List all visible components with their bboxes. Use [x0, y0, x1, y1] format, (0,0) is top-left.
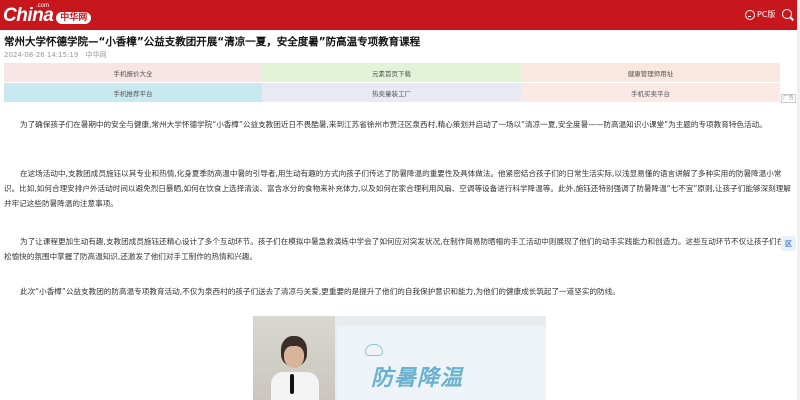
- pc-version-label: PC版: [757, 10, 776, 19]
- side-float-button[interactable]: 区: [781, 236, 796, 251]
- smiley-icon: [745, 9, 755, 20]
- photo-microphone: [290, 374, 294, 394]
- sponsored-link-6[interactable]: 手机买卖平台: [521, 83, 780, 102]
- photo-person-face: [284, 346, 304, 368]
- logo-dot-com: .com: [36, 3, 50, 9]
- article-paragraph-1: 为了确保孩子们在暑期中的安全与健康,常州大学怀德学院“小香樟”公益支教团近日不畏…: [20, 120, 767, 129]
- ad-badge: 广告: [781, 94, 797, 103]
- china-com-logo[interactable]: China .com 中华网: [3, 3, 92, 26]
- sponsored-link-5[interactable]: 热卖童装工厂: [262, 83, 521, 102]
- article-source: 中华网: [85, 51, 107, 59]
- sponsored-link-2[interactable]: 元素首页下载: [262, 63, 521, 82]
- article-date: 2024-08-26 14:15:19: [4, 51, 79, 59]
- pc-version-link[interactable]: PC版: [745, 9, 775, 20]
- logo-text: China: [3, 5, 54, 26]
- article-title: 常州大学怀德学院—“小香樟”公益支教团开展“清凉一夏，安全度暑”防高温专项教育课…: [4, 36, 421, 48]
- article-meta: 2024-08-26 14:15:19 中华网: [4, 50, 107, 60]
- photo-screen-text: 防暑降温: [371, 366, 464, 391]
- top-header-bar: China .com 中华网 PC版: [0, 0, 800, 30]
- cloud-icon: [365, 344, 383, 356]
- logo-badge: 中华网: [56, 12, 92, 24]
- sponsored-link-grid: 手机报价大全 元素首页下载 健康管理师用址手机推荐平台 热卖童装工厂 手机买卖平台: [4, 63, 780, 102]
- sponsored-link-3[interactable]: 健康管理师用址: [521, 63, 780, 82]
- search-icon[interactable]: [782, 9, 792, 19]
- photo-person-shirt: [271, 372, 319, 400]
- article-photo: 防暑降温: [253, 316, 546, 400]
- article-paragraph-4: 此次“小香樟”公益支教团的防高温专项教育活动,不仅为泉西村的孩子们送去了清凉与关…: [20, 287, 620, 296]
- sponsored-link-1[interactable]: 手机报价大全: [4, 63, 262, 82]
- sponsored-link-4[interactable]: 手机推荐平台: [4, 83, 262, 102]
- article-paragraph-2: 在这场活动中,支教团成员施钰以其专业和热情,化身夏季防高温中暑的引导者,用生动有…: [4, 169, 791, 208]
- article-paragraph-3: 为了让课程更加生动有趣,支教团成员施钰还精心设计了多个互动环节。孩子们在模拟中暑…: [4, 237, 792, 261]
